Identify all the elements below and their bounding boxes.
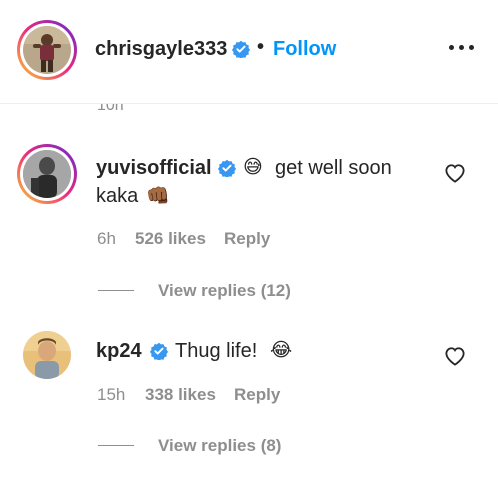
comment-username[interactable]: yuvisofficial xyxy=(96,157,212,180)
comment-text: Thug life! xyxy=(175,340,258,362)
author-username[interactable]: chrisgayle333 xyxy=(95,38,227,61)
verified-badge-icon xyxy=(232,40,250,58)
author-avatar[interactable] xyxy=(17,20,77,80)
verified-badge-icon xyxy=(150,342,168,360)
commenter-avatar[interactable] xyxy=(23,331,71,379)
laughing-tears-emoji-icon: 😂 xyxy=(270,339,293,361)
like-heart-icon[interactable] xyxy=(444,346,466,366)
replies-divider xyxy=(98,445,134,446)
reply-button[interactable]: Reply xyxy=(234,385,280,405)
more-options-icon[interactable] xyxy=(449,42,477,52)
post-header: chrisgayle333 • Follow xyxy=(0,0,498,104)
comment-text: get well soon xyxy=(275,157,392,179)
follow-button[interactable]: Follow xyxy=(273,38,336,61)
comment-username[interactable]: kp24 xyxy=(96,340,142,363)
view-replies-button[interactable]: View replies (8) xyxy=(158,436,281,456)
view-replies-button[interactable]: View replies (12) xyxy=(158,281,291,301)
sweat-smile-emoji-icon: 😅 xyxy=(243,156,263,178)
comment-time[interactable]: 15h xyxy=(97,385,125,405)
verified-badge-icon xyxy=(218,159,236,177)
fist-bump-emoji-icon: 👊🏾 xyxy=(146,185,170,207)
separator-dot: • xyxy=(257,36,265,58)
commenter-avatar[interactable] xyxy=(17,144,77,204)
comment-likes[interactable]: 526 likes xyxy=(135,229,206,249)
replies-divider xyxy=(98,290,134,291)
comment-time[interactable]: 6h xyxy=(97,229,116,249)
reply-button[interactable]: Reply xyxy=(224,229,270,249)
comment-likes[interactable]: 338 likes xyxy=(145,385,216,405)
comment-text-continued: kaka xyxy=(96,185,139,207)
like-heart-icon[interactable] xyxy=(444,163,466,183)
